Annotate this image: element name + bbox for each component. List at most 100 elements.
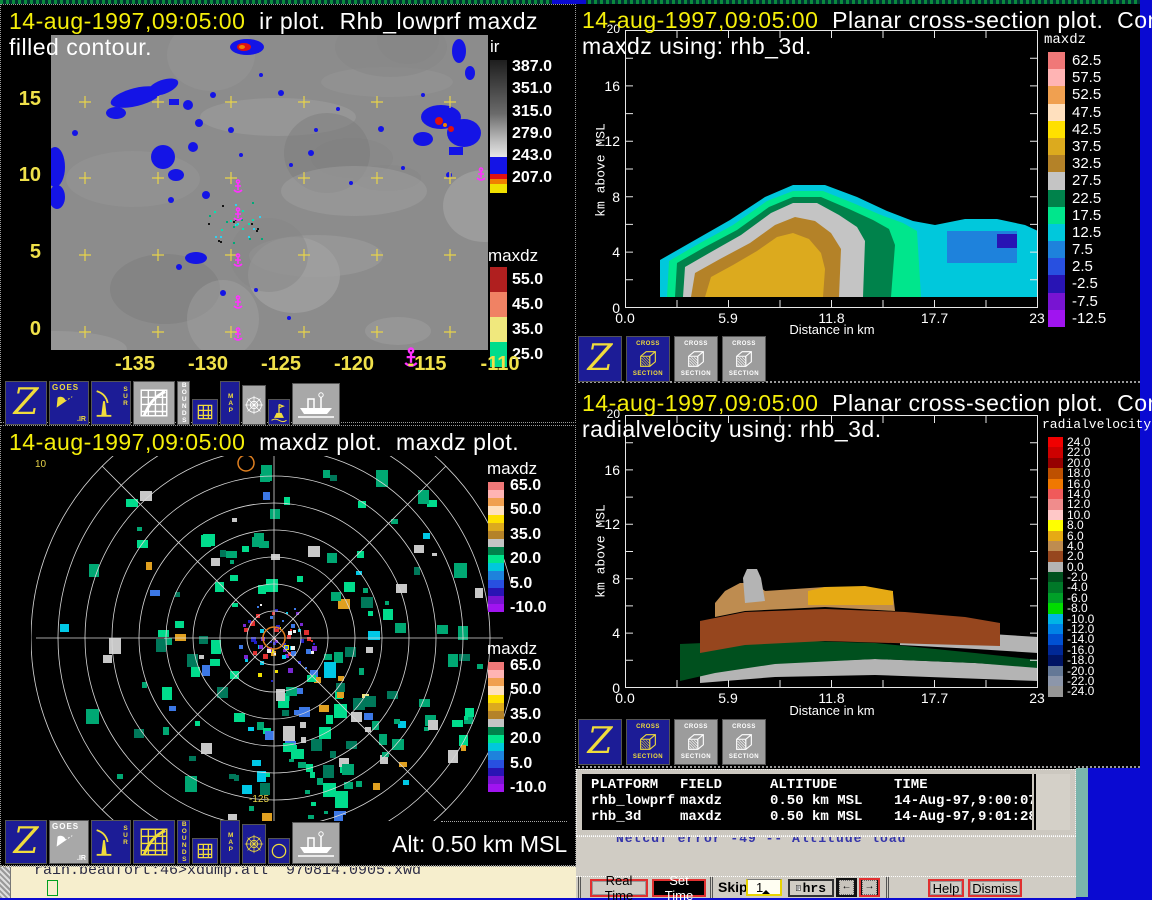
- colorbar-tick-label: 27.5: [1072, 172, 1106, 189]
- step-forward-button[interactable]: →: [859, 878, 880, 897]
- vel-cs-title: 14-aug-1997,09:05:00 Planar cross-sectio…: [582, 390, 1152, 417]
- colorbar-tick-label: -10.0: [510, 599, 546, 617]
- toolbar-button-map[interactable]: MAP: [220, 381, 240, 425]
- section-label: SECTION: [729, 754, 759, 760]
- separator: [886, 877, 894, 898]
- status-scrollbar[interactable]: [1034, 774, 1070, 830]
- zebra-z-icon: Z: [13, 385, 38, 421]
- colorbar-block: [1048, 541, 1063, 551]
- toolbar-button-buoy[interactable]: [268, 399, 290, 425]
- ir-satellite-image[interactable]: [51, 35, 488, 350]
- toolbar-button-cross-section-3[interactable]: CROSSSECTION: [722, 719, 766, 765]
- colorbar-tick-label: 50.0: [510, 501, 541, 519]
- section-label: SECTION: [633, 371, 663, 377]
- colorbar-block: [1048, 224, 1065, 241]
- toolbar-button-cross-section-1[interactable]: CROSSSECTION: [626, 719, 670, 765]
- hrs-units-button[interactable]: hrs: [788, 879, 834, 897]
- bounds-label: BOUNDS: [180, 821, 187, 863]
- timestamp: 14-aug-1997,09:05:00: [9, 8, 245, 34]
- toolbar-button-cross-section-2[interactable]: CROSSSECTION: [674, 336, 718, 382]
- colorbar-block: [1048, 489, 1063, 499]
- toolbar-button-cross-section-1[interactable]: CROSSSECTION: [626, 336, 670, 382]
- toolbar-button-surveillance[interactable]: SUR: [91, 820, 131, 864]
- colorbar-tick-label: -2.5: [1072, 275, 1106, 292]
- colorbar-block: [490, 292, 507, 317]
- tl-maxdz-colorbar-ticks: 55.045.035.025.0: [512, 267, 543, 367]
- velocity-cross-section-plot[interactable]: [625, 415, 1038, 688]
- y-axis-tick-label: 4: [612, 244, 620, 260]
- toolbar-button-grid[interactable]: [192, 838, 218, 864]
- ir-yellow-segment: [490, 184, 507, 193]
- cs1-colorbar-title: maxdz: [1044, 32, 1086, 48]
- real-time-button[interactable]: Real Time: [590, 879, 648, 897]
- window-edge-line: [441, 821, 567, 822]
- message-window: Netcdf error -49 -- Altitude load: [576, 836, 1076, 878]
- radar-antenna-icon: [93, 388, 115, 418]
- status-table-row[interactable]: rhb_3dmaxdz0.50 km MSL14-Aug-97,9:01:28: [591, 809, 1032, 825]
- toolbar-button-radar-grid[interactable]: [133, 381, 175, 425]
- dismiss-button[interactable]: Dismiss: [968, 879, 1022, 897]
- cs1-colorbar: [1048, 52, 1065, 327]
- step-back-button[interactable]: ←: [836, 878, 857, 897]
- toolbar-button-goes-ir[interactable]: GOES.IR: [49, 820, 89, 864]
- toolbar-button-polar-grid[interactable]: [242, 385, 266, 425]
- colorbar-block: [1048, 572, 1063, 582]
- vel-cs-title-line2: radialvelocity using: rhb_3d.: [582, 416, 882, 443]
- toolbar-button-grid[interactable]: [192, 399, 218, 425]
- colorbar-tick-label: 52.5: [1072, 86, 1106, 103]
- toolbar-button-cross-section-3[interactable]: CROSSSECTION: [722, 336, 766, 382]
- polar-grid-icon: [243, 394, 265, 416]
- goes-ir-label: .IR: [77, 416, 86, 423]
- terminal-window[interactable]: rain.beaufort:46>xdump.all 970814.0905.x…: [0, 866, 576, 898]
- colorbar-block: [1048, 510, 1063, 520]
- help-button[interactable]: Help: [928, 879, 964, 897]
- colorbar-tick-label: 2.5: [1072, 258, 1106, 275]
- colorbar-block: [1048, 69, 1065, 86]
- zebra-z-icon: Z: [587, 341, 612, 377]
- toolbar-button-circle[interactable]: [268, 838, 290, 864]
- toolbar-button-zebra[interactable]: Z: [578, 719, 622, 765]
- toolbar-button-radar-grid[interactable]: [133, 820, 175, 864]
- toolbar-button-zebra[interactable]: Z: [578, 336, 622, 382]
- toolbar-button-polar-grid[interactable]: [242, 824, 266, 864]
- toolbar-button-map[interactable]: MAP: [220, 820, 240, 864]
- ppi-bottom-label: -125: [249, 794, 269, 805]
- y-axis-tick-label: 8: [612, 571, 620, 587]
- y-axis-tick-label: 12: [604, 133, 620, 149]
- maxdz-cross-section-plot[interactable]: [625, 30, 1038, 308]
- colorbar-block: [1048, 241, 1065, 258]
- toolbar-button-ship[interactable]: [292, 822, 340, 864]
- toolbar-button-zebra[interactable]: Z: [5, 820, 47, 864]
- toolbar-button-bounds[interactable]: BOUNDS: [177, 820, 190, 864]
- page-icon: [796, 882, 801, 894]
- colorbar-block: [488, 531, 504, 539]
- circle-icon: [269, 841, 289, 861]
- colorbar-tick-label: 5.0: [510, 575, 532, 593]
- colorbar-tick-label: 50.0: [510, 681, 541, 699]
- x-axis-tick-label: -110: [481, 353, 520, 376]
- terminal-scrollbar[interactable]: [0, 867, 11, 898]
- toolbar-button-zebra[interactable]: Z: [5, 381, 47, 425]
- toolbar-button-bounds[interactable]: BOUNDS: [177, 381, 190, 425]
- polar-grid-icon: [243, 833, 265, 855]
- colorbar-block: [488, 727, 504, 735]
- status-cell: 14-Aug-97,9:00:07: [894, 793, 1032, 809]
- ppi-colorbar2: [488, 662, 504, 792]
- set-time-button[interactable]: Set Time: [652, 879, 706, 897]
- ppi-colorbar2-title: maxdz: [487, 639, 537, 659]
- colorbar-block: [1048, 562, 1063, 572]
- colorbar-block: [490, 317, 507, 342]
- y-axis-tick-label: 16: [604, 462, 620, 478]
- toolbar-button-goes-ir[interactable]: GOES.IR: [49, 381, 89, 425]
- toolbar-button-ship[interactable]: [292, 383, 340, 425]
- skip-input[interactable]: 1: [746, 879, 782, 896]
- status-cell: maxdz: [680, 793, 770, 809]
- colorbar-block: [488, 498, 504, 506]
- status-header-cell: ALTITUDE: [770, 777, 894, 793]
- colorbar-block: [1048, 614, 1063, 624]
- ppi-radar-display[interactable]: [31, 456, 511, 821]
- toolbar-button-cross-section-2[interactable]: CROSSSECTION: [674, 719, 718, 765]
- toolbar-button-surveillance[interactable]: SUR: [91, 381, 131, 425]
- colorbar-tick-label: -7.5: [1072, 293, 1106, 310]
- status-table-row[interactable]: rhb_lowprfmaxdz0.50 km MSL14-Aug-97,9:00…: [591, 793, 1032, 809]
